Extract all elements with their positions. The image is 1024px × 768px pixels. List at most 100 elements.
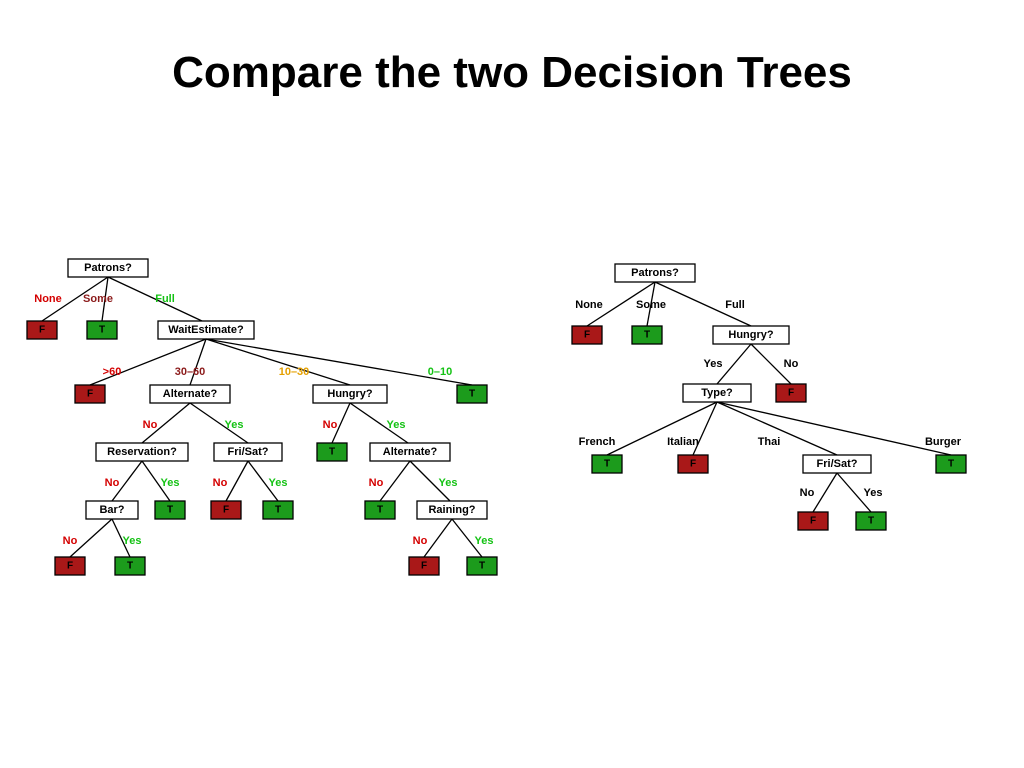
svg-text:Yes: Yes xyxy=(704,358,723,370)
svg-text:Raining?: Raining? xyxy=(428,504,475,516)
svg-text:T: T xyxy=(99,325,105,336)
svg-text:F: F xyxy=(223,505,229,516)
node-alternate-2: Alternate? xyxy=(370,443,450,461)
svg-text:Yes: Yes xyxy=(387,419,406,431)
svg-text:Type?: Type? xyxy=(701,387,733,399)
svg-text:T: T xyxy=(167,505,173,516)
node-frisat-r: Fri/Sat? xyxy=(803,455,871,473)
svg-text:Yes: Yes xyxy=(269,477,288,489)
svg-text:Fri/Sat?: Fri/Sat? xyxy=(817,458,858,470)
leaf-r-hungry-no-f: F xyxy=(776,384,806,402)
svg-text:No: No xyxy=(105,477,120,489)
svg-text:No: No xyxy=(784,358,799,370)
svg-text:F: F xyxy=(39,325,45,336)
svg-text:WaitEstimate?: WaitEstimate? xyxy=(168,324,244,336)
leaf-bar-no-f: F xyxy=(55,557,85,575)
node-patrons: Patrons? xyxy=(68,259,148,277)
svg-text:>60: >60 xyxy=(103,366,122,378)
svg-text:30–60: 30–60 xyxy=(175,366,206,378)
svg-text:Alternate?: Alternate? xyxy=(383,446,438,458)
svg-text:T: T xyxy=(644,330,650,341)
leaf-patrons-none-f: F xyxy=(27,321,57,339)
decision-tree-right: Patrons? None Some Full F T Hungry? Yes … xyxy=(555,260,995,580)
leaf-r-frisat-no-f: F xyxy=(798,512,828,530)
svg-text:T: T xyxy=(469,389,475,400)
svg-text:Yes: Yes xyxy=(123,535,142,547)
svg-text:F: F xyxy=(810,516,816,527)
svg-text:T: T xyxy=(948,459,954,470)
node-hungry-left: Hungry? xyxy=(313,385,387,403)
leaf-wait-gt60-f: F xyxy=(75,385,105,403)
svg-text:Yes: Yes xyxy=(225,419,244,431)
svg-text:T: T xyxy=(275,505,281,516)
svg-text:0–10: 0–10 xyxy=(428,366,452,378)
svg-text:10–30: 10–30 xyxy=(279,366,310,378)
svg-text:Full: Full xyxy=(725,299,745,311)
svg-text:None: None xyxy=(34,293,62,305)
svg-text:Some: Some xyxy=(83,293,113,305)
svg-text:Fri/Sat?: Fri/Sat? xyxy=(228,446,269,458)
svg-text:No: No xyxy=(413,535,428,547)
leaf-raining-yes-t: T xyxy=(467,557,497,575)
svg-text:Yes: Yes xyxy=(475,535,494,547)
svg-text:No: No xyxy=(63,535,78,547)
svg-text:Reservation?: Reservation? xyxy=(107,446,177,458)
svg-text:T: T xyxy=(127,561,133,572)
svg-text:Italian: Italian xyxy=(667,436,699,448)
leaf-patrons-some-t: T xyxy=(87,321,117,339)
svg-text:T: T xyxy=(329,447,335,458)
svg-text:No: No xyxy=(369,477,384,489)
node-frisat-left: Fri/Sat? xyxy=(214,443,282,461)
svg-text:No: No xyxy=(143,419,158,431)
leaf-reservation-yes-t: T xyxy=(155,501,185,519)
svg-text:F: F xyxy=(788,388,794,399)
leaf-r-frisat-yes-t: T xyxy=(856,512,886,530)
leaf-r-french-t: T xyxy=(592,455,622,473)
svg-text:No: No xyxy=(213,477,228,489)
svg-text:T: T xyxy=(868,516,874,527)
leaf-r-burger-t: T xyxy=(936,455,966,473)
svg-text:Hungry?: Hungry? xyxy=(728,329,774,341)
decision-tree-left: Patrons? None Some Full F T WaitEstimate… xyxy=(20,255,520,635)
svg-text:Thai: Thai xyxy=(758,436,781,448)
node-hungry-r: Hungry? xyxy=(713,326,789,344)
svg-text:Yes: Yes xyxy=(439,477,458,489)
svg-text:Bar?: Bar? xyxy=(99,504,124,516)
svg-text:No: No xyxy=(800,487,815,499)
leaf-r-some-t: T xyxy=(632,326,662,344)
svg-text:Some: Some xyxy=(636,299,666,311)
leaf-r-italian-f: F xyxy=(678,455,708,473)
leaf-bar-yes-t: T xyxy=(115,557,145,575)
node-reservation: Reservation? xyxy=(96,443,188,461)
node-patrons-r: Patrons? xyxy=(615,264,695,282)
svg-text:F: F xyxy=(421,561,427,572)
svg-text:F: F xyxy=(584,330,590,341)
svg-text:T: T xyxy=(377,505,383,516)
svg-text:Burger: Burger xyxy=(925,436,962,448)
node-type: Type? xyxy=(683,384,751,402)
svg-text:Yes: Yes xyxy=(864,487,883,499)
svg-text:T: T xyxy=(604,459,610,470)
svg-text:F: F xyxy=(690,459,696,470)
node-bar: Bar? xyxy=(86,501,138,519)
svg-text:T: T xyxy=(479,561,485,572)
svg-text:F: F xyxy=(87,389,93,400)
leaf-frisat-no-f: F xyxy=(211,501,241,519)
node-alternate-1: Alternate? xyxy=(150,385,230,403)
svg-text:No: No xyxy=(323,419,338,431)
leaf-wait-0-10-t: T xyxy=(457,385,487,403)
svg-text:Yes: Yes xyxy=(161,477,180,489)
page-title: Compare the two Decision Trees xyxy=(0,48,1024,98)
svg-text:None: None xyxy=(575,299,603,311)
node-raining: Raining? xyxy=(417,501,487,519)
leaf-r-none-f: F xyxy=(572,326,602,344)
leaf-hungry-no-t: T xyxy=(317,443,347,461)
svg-text:Hungry?: Hungry? xyxy=(327,388,373,400)
svg-text:Alternate?: Alternate? xyxy=(163,388,218,400)
svg-text:F: F xyxy=(67,561,73,572)
node-waitestimate: WaitEstimate? xyxy=(158,321,254,339)
svg-text:French: French xyxy=(579,436,616,448)
svg-text:Patrons?: Patrons? xyxy=(631,267,679,279)
svg-text:Full: Full xyxy=(155,293,175,305)
leaf-raining-no-f: F xyxy=(409,557,439,575)
